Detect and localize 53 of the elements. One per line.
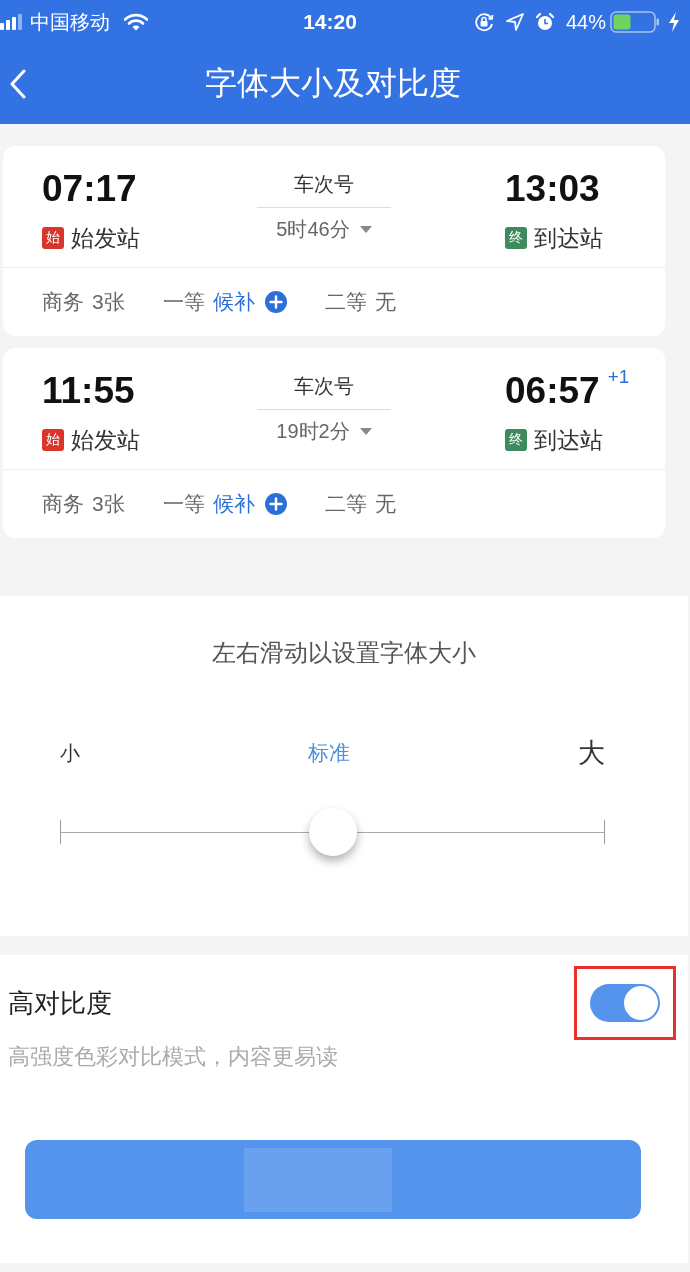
charging-bolt-icon [668,12,680,32]
train-number: 车次号 [294,374,354,399]
battery-percent: 44% [565,10,606,34]
seat-availability: 3张 [92,491,125,517]
travel-duration: 19时2分 [276,419,350,444]
train-number: 车次号 [294,172,354,197]
departure-time: 07:17 [42,167,137,211]
add-circle-icon[interactable] [264,291,287,313]
back-icon[interactable] [10,69,26,99]
seat-availability: 无 [374,289,396,315]
arrival-station: 到达站 [534,224,603,252]
seat-class: 一等 [162,289,205,315]
start-badge: 始 [42,429,64,451]
waitlist-link[interactable]: 候补 [212,490,255,518]
caret-icon[interactable] [359,427,372,435]
contrast-toggle[interactable] [590,984,660,1022]
setting-description: 高强度色彩对比模式，内容更易读 [8,1043,339,1071]
signal-icon [0,14,22,30]
add-circle-icon[interactable] [264,493,287,515]
rotation-lock-icon [473,12,494,32]
departure-time: 11:55 [42,369,135,413]
end-badge: 终 [505,429,527,451]
setting-title: 高对比度 [8,987,112,1020]
departure-station: 始发站 [71,426,140,454]
clock-time: 14:20 [303,10,357,34]
location-arrow-icon [505,13,524,31]
arrival-station: 到达站 [534,426,603,454]
seat-class: 商务 [42,289,84,315]
day-offset: +1 [607,365,630,389]
seat-class: 商务 [42,491,84,517]
end-badge: 终 [505,227,527,249]
size-option[interactable]: 标准 [308,739,350,767]
size-option[interactable]: 小 [60,739,80,767]
arrival-time: 13:03 [505,167,600,211]
seat-class: 二等 [324,491,367,517]
carrier-name: 中国移动 [30,9,110,35]
travel-duration: 5时46分 [276,217,350,242]
slider-thumb[interactable] [308,808,357,856]
battery-icon [610,11,660,33]
slider-instruction: 左右滑动以设置字体大小 [211,638,477,668]
wifi-icon [124,13,148,31]
seat-availability: 无 [374,491,396,517]
seat-class: 二等 [324,289,367,315]
size-option[interactable]: 大 [578,735,605,771]
alarm-clock-icon [535,13,554,31]
page-title: 字体大小及对比度 [204,64,462,103]
departure-station: 始发站 [71,224,140,252]
seat-class: 一等 [162,491,205,517]
arrival-time: 06:57 [505,369,600,413]
caret-icon[interactable] [359,225,372,233]
waitlist-link[interactable]: 候补 [212,288,255,316]
seat-availability: 3张 [92,289,125,315]
start-badge: 始 [42,227,64,249]
